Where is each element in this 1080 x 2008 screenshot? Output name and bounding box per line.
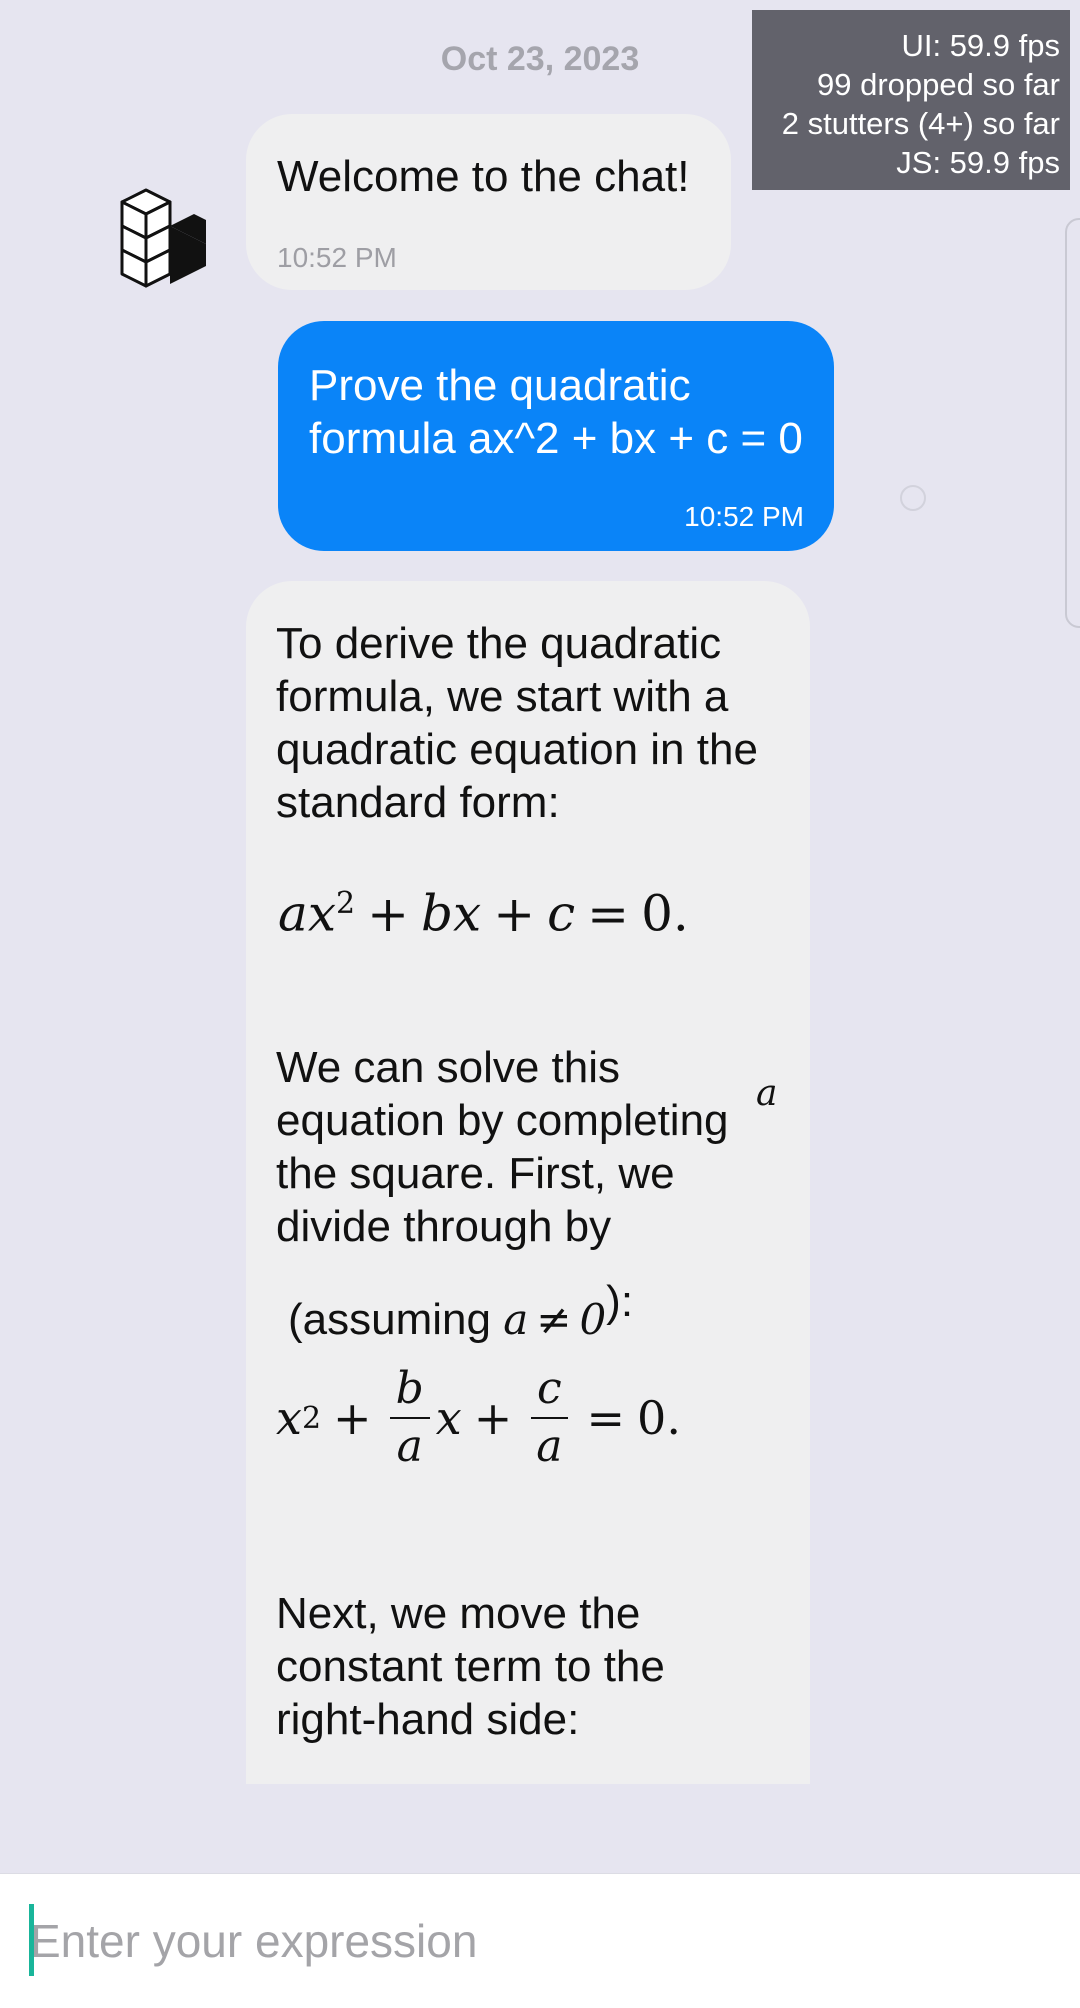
eq2-equals: = (586, 1390, 626, 1445)
assumption-close: ): (606, 1277, 634, 1326)
eq1-x: x (307, 884, 337, 943)
equation-standard-form: ax2 + bx + c = 0. (278, 877, 689, 941)
user-message-bubble: Prove the quadratic formula ax^2 + bx + … (278, 321, 834, 551)
assumption-a: a (503, 1295, 529, 1344)
assumption-line: (assuming a ≠ 0): (288, 1277, 633, 1346)
ui-fps: UI: 59.9 fps (901, 28, 1060, 63)
equation-divided-by-a: x2 + b a x + c a = 0. (276, 1363, 681, 1473)
fraction-b-over-a: b a (389, 1365, 430, 1472)
welcome-message-time: 10:52 PM (277, 242, 397, 273)
eq2-x-2: x (435, 1390, 462, 1445)
user-message-time: 10:52 PM (684, 501, 804, 532)
eq1-zero: 0. (641, 884, 689, 943)
fraction-c-over-a: c a (530, 1365, 568, 1471)
expression-input[interactable] (30, 1906, 1050, 1976)
eq1-b: b (421, 884, 454, 943)
fraction-c-denominator: a (536, 1421, 563, 1472)
user-message-text: Prove the quadratic formula ax^2 + bx + … (309, 361, 803, 463)
eq2-zero: 0. (637, 1390, 681, 1445)
stutters: 2 stutters (4+) so far (781, 106, 1060, 141)
message-composer (0, 1873, 1080, 2008)
assumption-zero: 0 (579, 1295, 607, 1344)
assistant-answer-bubble: To derive the quadratic formula, we star… (246, 581, 810, 1784)
scroll-indicator[interactable] (1065, 218, 1080, 628)
floating-variable-a: a (756, 1073, 778, 1114)
answer-paragraph-complete-square: We can solve this equation by completing… (276, 1043, 729, 1251)
eq1-a: a (278, 884, 308, 943)
fraction-b-denominator: a (396, 1421, 423, 1472)
assumption-open: (assuming (288, 1295, 504, 1344)
welcome-message-text: Welcome to the chat! (277, 152, 690, 201)
answer-paragraph-move-constant: Next, we move the constant term to the r… (276, 1589, 665, 1744)
read-receipt-icon (900, 485, 926, 511)
assumption-neq: ≠ (536, 1295, 572, 1344)
performance-monitor: UI: 59.9 fps 99 dropped so far 2 stutter… (752, 10, 1070, 190)
welcome-message-bubble: Welcome to the chat! 10:52 PM (246, 114, 731, 290)
text-caret (29, 1904, 34, 1976)
eq1-x-2: x (453, 884, 482, 943)
isometric-cube-avatar-icon[interactable] (110, 180, 220, 290)
dropped-frames: 99 dropped so far (816, 67, 1060, 102)
eq1-c: c (547, 884, 576, 943)
eq2-plus-1: + (333, 1390, 372, 1445)
eq2-x: x (276, 1390, 302, 1445)
eq1-plus-2: + (493, 884, 536, 943)
js-fps: JS: 59.9 fps (896, 145, 1060, 180)
eq1-equals: = (587, 884, 630, 943)
answer-paragraph-intro: To derive the quadratic formula, we star… (276, 619, 758, 827)
fraction-b-numerator: b (389, 1365, 430, 1419)
eq2-plus-2: + (473, 1390, 513, 1445)
eq1-exponent: 2 (336, 886, 356, 921)
eq1-plus-1: + (367, 884, 410, 943)
eq2-exponent: 2 (301, 1400, 322, 1436)
fraction-c-numerator: c (531, 1365, 568, 1419)
